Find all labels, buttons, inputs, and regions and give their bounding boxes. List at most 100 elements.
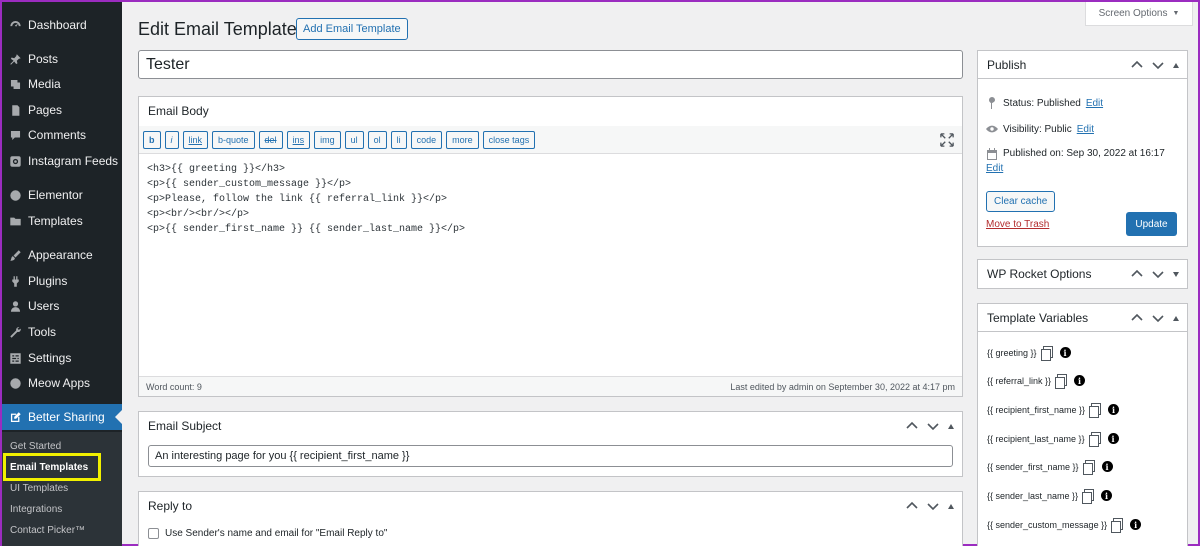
qt-italic-button[interactable]: i: [164, 130, 179, 149]
edit-date-link[interactable]: Edit: [986, 163, 1003, 174]
meow-icon: [8, 376, 22, 390]
published-on-row: Published on: Sep 30, 2022 at 16:17: [986, 148, 1165, 160]
qt-ul-button[interactable]: ul: [344, 130, 364, 149]
sidebar-item-tools[interactable]: Tools: [2, 319, 122, 345]
dashboard-icon: [8, 18, 22, 32]
copy-icon[interactable]: [1088, 432, 1101, 447]
sidebar-item-media[interactable]: Media: [2, 71, 122, 97]
info-icon[interactable]: i: [1101, 461, 1113, 472]
copy-icon[interactable]: [1082, 489, 1095, 504]
qt-ol-button[interactable]: ol: [367, 130, 387, 149]
reply-to-label: Use Sender's name and email for "Email R…: [165, 528, 388, 539]
qt-link-button[interactable]: link: [182, 130, 209, 149]
fullscreen-icon[interactable]: [940, 133, 954, 147]
toggle-panel-icon[interactable]: [1173, 62, 1179, 68]
move-down-icon[interactable]: [927, 500, 939, 512]
email-body-title: Email Body: [148, 104, 209, 118]
move-up-icon[interactable]: [1131, 268, 1143, 280]
sidebar-item-templates[interactable]: Templates: [2, 208, 122, 234]
move-up-icon[interactable]: [1131, 312, 1143, 324]
publish-box: Publish Status: Published Edit Visibilit…: [977, 50, 1188, 247]
plugin-icon: [8, 274, 22, 288]
elementor-icon: [8, 188, 22, 202]
info-icon[interactable]: i: [1074, 375, 1086, 386]
submenu-email-templates[interactable]: Email Templates: [10, 462, 88, 473]
move-down-icon[interactable]: [1152, 59, 1164, 71]
sidebar-item-label: Instagram Feeds: [28, 154, 119, 168]
variable-item: {{ sender_custom_message }} i: [987, 518, 1142, 533]
variable-name: {{ recipient_last_name }}: [987, 433, 1085, 444]
qt-del-button[interactable]: del: [258, 130, 283, 149]
sidebar-item-dashboard[interactable]: Dashboard: [2, 12, 122, 38]
add-email-template-button[interactable]: Add Email Template: [296, 18, 408, 40]
pin-icon: [8, 52, 22, 66]
info-icon[interactable]: i: [1059, 347, 1071, 358]
edit-icon: [8, 410, 22, 424]
instagram-icon: [8, 154, 22, 168]
publish-title: Publish: [987, 57, 1027, 72]
sidebar-item-plugins[interactable]: Plugins: [2, 268, 122, 294]
word-count: Word count: 9: [146, 381, 202, 392]
move-to-trash-link[interactable]: Move to Trash: [986, 219, 1049, 230]
qt-ins-button[interactable]: ins: [286, 130, 311, 149]
last-edited: Last edited by admin on September 30, 20…: [730, 381, 955, 392]
info-icon[interactable]: i: [1107, 433, 1119, 444]
move-up-icon[interactable]: [1131, 59, 1143, 71]
reply-to-checkbox[interactable]: [148, 528, 159, 539]
move-down-icon[interactable]: [1152, 312, 1164, 324]
reply-to-option[interactable]: Use Sender's name and email for "Email R…: [148, 528, 387, 539]
sidebar-item-users[interactable]: Users: [2, 293, 122, 319]
submenu-integrations[interactable]: Integrations: [10, 504, 62, 515]
info-icon[interactable]: i: [1130, 519, 1142, 530]
toggle-panel-icon[interactable]: [948, 503, 954, 509]
qt-img-button[interactable]: img: [314, 130, 341, 149]
move-up-icon[interactable]: [906, 420, 918, 432]
reply-to-box: Reply to Use Sender's name and email for…: [138, 491, 963, 546]
toggle-panel-icon[interactable]: [1173, 315, 1179, 321]
copy-icon[interactable]: [1082, 460, 1095, 475]
copy-icon[interactable]: [1055, 374, 1068, 389]
post-title-input[interactable]: Tester: [138, 50, 963, 79]
sidebar-item-comments[interactable]: Comments: [2, 122, 122, 148]
sidebar-item-settings[interactable]: Settings: [2, 345, 122, 371]
edit-visibility-link[interactable]: Edit: [1077, 124, 1094, 135]
sidebar-item-instagram-feeds[interactable]: Instagram Feeds: [2, 148, 122, 174]
screen-options-button[interactable]: Screen Options ▼: [1085, 2, 1193, 26]
move-down-icon[interactable]: [1152, 268, 1164, 280]
qt-code-button[interactable]: code: [410, 130, 443, 149]
clear-cache-button[interactable]: Clear cache: [986, 191, 1056, 212]
move-up-icon[interactable]: [906, 500, 918, 512]
update-button[interactable]: Update: [1126, 212, 1177, 236]
info-icon[interactable]: i: [1101, 490, 1113, 501]
qt-li-button[interactable]: li: [390, 130, 407, 149]
toggle-panel-icon[interactable]: [948, 423, 954, 429]
sidebar-item-elementor[interactable]: Elementor: [2, 182, 122, 208]
status-row: Status: Published Edit: [986, 97, 1103, 109]
submenu-get-started[interactable]: Get Started: [10, 441, 61, 452]
toggle-panel-icon[interactable]: [1173, 271, 1179, 277]
qt-bold-button[interactable]: b: [143, 130, 161, 149]
submenu-ui-templates[interactable]: UI Templates: [10, 483, 68, 494]
copy-icon[interactable]: [1111, 518, 1124, 533]
qt-close-tags-button[interactable]: close tags: [482, 130, 536, 149]
qt-more-button[interactable]: more: [446, 130, 479, 149]
sidebar-item-label: Settings: [28, 351, 72, 365]
submenu-contact-picker[interactable]: Contact Picker™: [10, 525, 85, 536]
sidebar-item-better-sharing[interactable]: Better Sharing: [2, 404, 122, 430]
folder-icon: [8, 214, 22, 228]
reply-to-header: Reply to: [139, 492, 962, 520]
edit-status-link[interactable]: Edit: [1086, 98, 1103, 109]
info-icon[interactable]: i: [1108, 404, 1120, 415]
sidebar-item-posts[interactable]: Posts: [2, 46, 122, 72]
sidebar-item-meow-apps[interactable]: Meow Apps: [2, 370, 122, 396]
email-body-textarea[interactable]: <h3>{{ greeting }}</h3> <p>{{ sender_cus…: [147, 162, 947, 237]
email-subject-input[interactable]: An interesting page for you {{ recipient…: [148, 445, 953, 467]
wp-rocket-header: WP Rocket Options: [978, 260, 1187, 288]
copy-icon[interactable]: [1089, 403, 1102, 418]
sidebar-item-appearance[interactable]: Appearance: [2, 242, 122, 268]
brush-icon: [8, 248, 22, 262]
move-down-icon[interactable]: [927, 420, 939, 432]
qt-bquote-button[interactable]: b-quote: [212, 130, 255, 149]
copy-icon[interactable]: [1040, 346, 1053, 361]
sidebar-item-pages[interactable]: Pages: [2, 97, 122, 123]
